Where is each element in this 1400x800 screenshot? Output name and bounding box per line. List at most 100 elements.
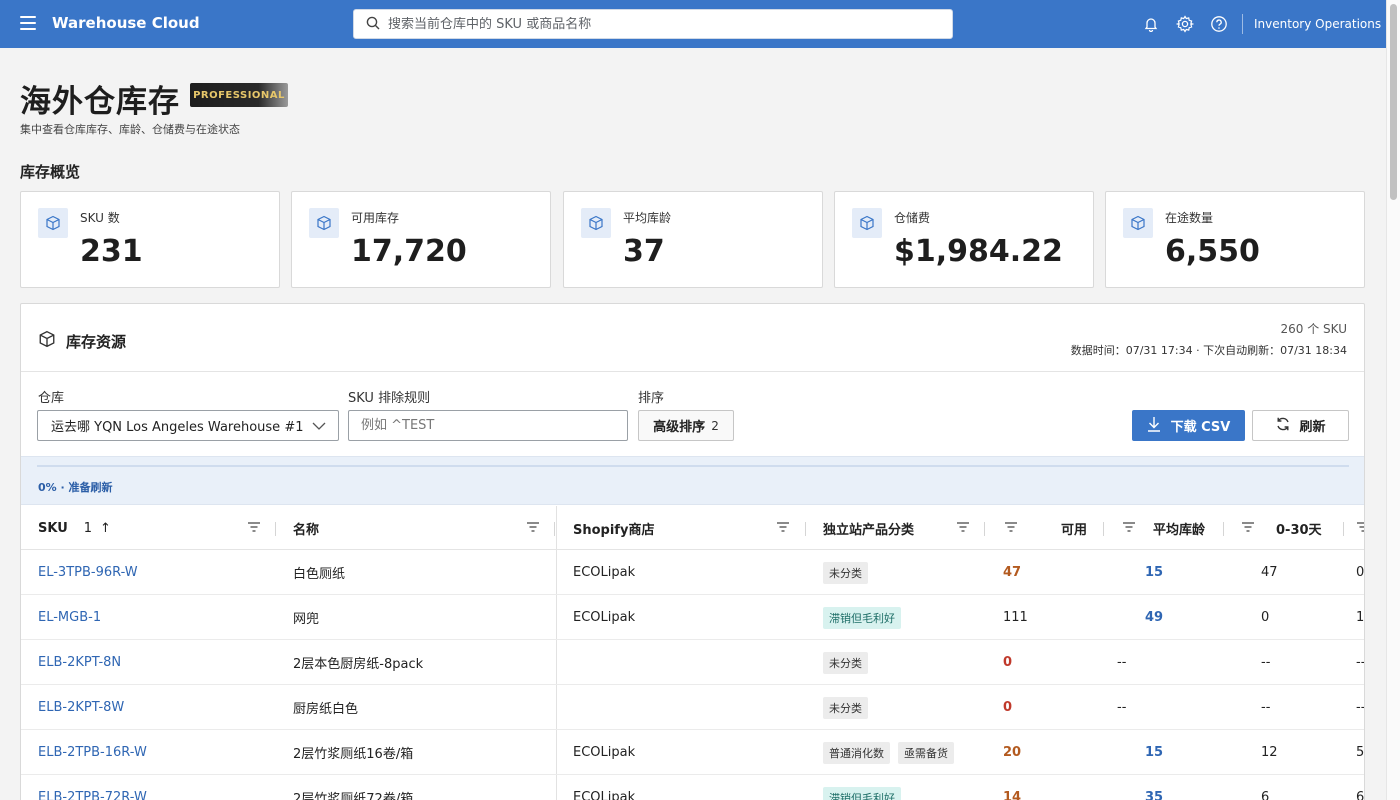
page-subtitle: 集中查看仓库库存、库龄、仓储费与在途状态 <box>20 123 240 136</box>
gear-icon[interactable] <box>1174 13 1196 35</box>
product-name: 网兜 <box>293 612 320 627</box>
stat-label: 在途数量 <box>1165 211 1214 225</box>
product-name: 厨房纸白色 <box>293 702 359 717</box>
category-tags: 未分类 <box>823 550 876 595</box>
column-header-category[interactable]: 独立站产品分类 <box>823 506 914 550</box>
column-header-avg-age[interactable]: 平均库龄 <box>1153 506 1205 550</box>
page-scrollbar[interactable] <box>1386 0 1400 800</box>
stat-value: 17,720 <box>351 234 467 269</box>
column-header-available[interactable]: 可用 <box>1061 506 1087 550</box>
advanced-sort-button[interactable]: 高级排序 2 <box>638 410 734 441</box>
table-row[interactable]: EL-MGB-1 网兜 ECOLipak 滞销但毛利好 111 49 0 11 <box>21 595 1364 640</box>
filter-icon[interactable] <box>956 520 970 538</box>
filter-icon[interactable] <box>1241 520 1255 538</box>
table-row[interactable]: ELB-2KPT-8N 2层本色厨房纸-8pack 未分类 0 -- -- -- <box>21 640 1364 685</box>
category-tags: 普通消化数 亟需备货 <box>823 730 962 775</box>
column-header-name[interactable]: 名称 <box>293 506 319 550</box>
category-tags: 滞销但毛利好 <box>823 775 909 800</box>
column-divider <box>275 522 276 536</box>
stat-value: 231 <box>80 234 143 269</box>
column-title: SKU <box>38 520 68 536</box>
chevron-down-icon <box>312 420 326 435</box>
advanced-sort-label: 高级排序 <box>653 420 706 435</box>
available-qty: 47 <box>1003 565 1022 580</box>
sku-link[interactable]: ELB-2KPT-8N <box>38 640 121 685</box>
avg-age: -- <box>1117 655 1127 670</box>
stat-value: 6,550 <box>1165 234 1260 269</box>
progress-track <box>37 465 1349 467</box>
column-divider <box>805 522 806 536</box>
warehouse-select[interactable]: 运去哪 YQN Los Angeles Warehouse #1 <box>37 410 339 441</box>
stat-card-available: 可用库存 17,720 <box>291 191 551 288</box>
download-csv-button[interactable]: 下载 CSV <box>1132 410 1245 441</box>
filter-icon[interactable] <box>1004 520 1018 538</box>
table-header: SKU 1 ↑ 名称 Shopify商店 独立站产品分类 可用 平均库龄 0-3… <box>21 506 1364 550</box>
filter-icon[interactable] <box>526 520 540 538</box>
filter-icon[interactable] <box>1122 520 1136 538</box>
sort-asc-icon: ↑ <box>100 520 111 536</box>
category-tag: 亟需备货 <box>898 741 954 764</box>
column-header-shop[interactable]: Shopify商店 <box>573 506 654 550</box>
stat-label: 平均库龄 <box>623 211 672 225</box>
category-tag: 滞销但毛利好 <box>823 786 901 800</box>
avg-age: -- <box>1117 700 1127 715</box>
sku-link[interactable]: EL-3TPB-96R-W <box>38 550 138 595</box>
search-bar[interactable] <box>353 9 953 39</box>
refresh-progress: 0% · 准备刷新 <box>21 456 1364 505</box>
sku-link[interactable]: ELB-2TPB-72R-W <box>38 775 147 800</box>
stat-card-in-transit: 在途数量 6,550 <box>1105 191 1365 288</box>
age-next-bucket: 6 <box>1356 790 1365 800</box>
cube-icon <box>38 330 56 352</box>
column-divider <box>1343 522 1344 536</box>
column-divider <box>1103 522 1104 536</box>
app-brand[interactable]: Warehouse Cloud <box>52 14 200 32</box>
category-tag: 普通消化数 <box>823 741 890 764</box>
avg-age: 15 <box>1145 745 1164 760</box>
age-next-bucket: 5 <box>1356 745 1365 760</box>
top-bar: Warehouse Cloud Inventory Operations <box>0 0 1386 48</box>
available-qty: 0 <box>1003 700 1013 715</box>
box-icon <box>581 208 611 238</box>
sort-count: 2 <box>711 418 719 433</box>
table-row[interactable]: EL-3TPB-96R-W 白色厕纸 ECOLipak 未分类 47 15 47 0 <box>21 550 1364 595</box>
available-qty: 20 <box>1003 745 1022 760</box>
box-icon <box>852 208 882 238</box>
table-row[interactable]: ELB-2TPB-16R-W 2层竹浆厕纸16卷/箱 ECOLipak 普通消化数 亟需… <box>21 730 1365 775</box>
column-divider <box>1223 522 1224 536</box>
stat-card-sku: SKU 数 231 <box>20 191 280 288</box>
box-icon <box>38 208 68 238</box>
table-row[interactable]: ELB-2KPT-8W 厨房纸白色 未分类 0 -- -- -- <box>21 685 1364 730</box>
sku-link[interactable]: ELB-2KPT-8W <box>38 685 124 730</box>
help-icon[interactable] <box>1208 13 1230 35</box>
column-header-sku[interactable]: SKU 1 ↑ <box>38 506 111 550</box>
sku-link[interactable]: EL-MGB-1 <box>38 595 101 640</box>
sku-link[interactable]: ELB-2TPB-16R-W <box>38 730 147 775</box>
sort-label: 排序 <box>638 391 665 406</box>
org-name[interactable]: Inventory Operations <box>1254 17 1381 31</box>
overview-title: 库存概览 <box>20 163 81 181</box>
stat-card-storage-fee: 仓储费 $1,984.22 <box>834 191 1094 288</box>
age-0-30: -- <box>1261 700 1271 715</box>
column-header-age-0-30[interactable]: 0-30天 <box>1276 506 1322 550</box>
category-tags: 未分类 <box>823 685 876 730</box>
progress-text: 0% · 准备刷新 <box>38 481 113 494</box>
table-body: EL-3TPB-96R-W 白色厕纸 ECOLipak 未分类 47 15 47 0 EL-MG… <box>21 550 1365 800</box>
table-row[interactable]: ELB-2TPB-72R-W 2层竹浆厕纸72卷/箱 ECOLipak 滞销但毛利好 1… <box>21 775 1365 800</box>
inventory-panel: 库存资源 260 个 SKU 数据时间：07/31 17:34 · 下次自动刷新… <box>20 303 1365 800</box>
category-tag: 滞销但毛利好 <box>823 606 901 629</box>
column-title: 独立站产品分类 <box>823 522 915 538</box>
search-input[interactable] <box>388 16 952 32</box>
scroll-thumb[interactable] <box>1390 4 1397 200</box>
filter-icon[interactable] <box>1356 520 1364 538</box>
inventory-table: SKU 1 ↑ 名称 Shopify商店 独立站产品分类 可用 平均库龄 0-3… <box>21 506 1365 800</box>
filter-icon[interactable] <box>247 520 261 538</box>
filter-icon[interactable] <box>776 520 790 538</box>
available-qty: 14 <box>1003 790 1022 800</box>
column-title: 名称 <box>293 522 320 538</box>
sku-exclude-input[interactable] <box>348 410 628 441</box>
panel-title-group: 库存资源 <box>38 330 126 352</box>
sku-count: 260 个 SKU <box>1280 322 1347 336</box>
bell-icon[interactable] <box>1140 13 1162 35</box>
refresh-button[interactable]: 刷新 <box>1252 410 1349 441</box>
menu-icon[interactable] <box>20 16 36 30</box>
